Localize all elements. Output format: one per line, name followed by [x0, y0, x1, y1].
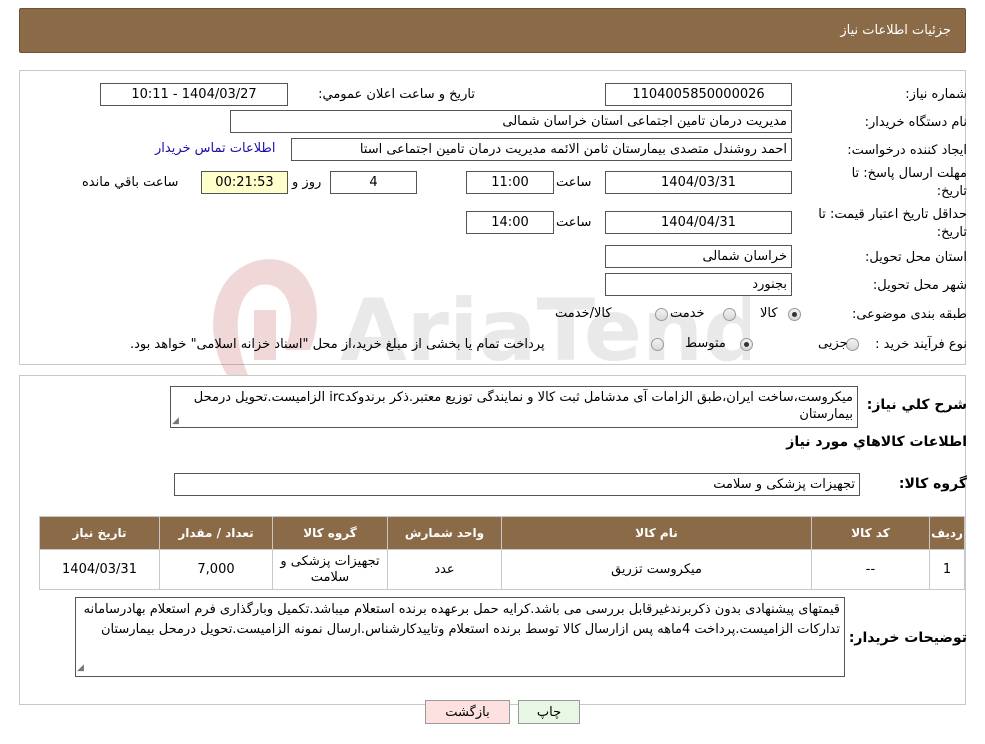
- category-option-goods: کالا: [760, 306, 778, 321]
- buyer-org-label: نام دستگاه خریدار:: [864, 115, 967, 130]
- need-number-field: 1104005850000026: [605, 83, 792, 106]
- announce-field: 1404/03/27 - 10:11: [100, 83, 288, 106]
- col-qty-header: تعداد / مقدار: [159, 516, 273, 550]
- deadline-label: مهلت ارسال پاسخ: تا: [851, 166, 967, 181]
- days-field: 4: [330, 171, 417, 194]
- category-option-service: خدمت: [670, 306, 705, 321]
- category-radio-goods[interactable]: [788, 308, 801, 321]
- deadline-time-label: ساعت: [556, 175, 592, 190]
- need-number-label: شماره نیاز:: [905, 87, 967, 102]
- process-option-medium: متوسط: [685, 336, 726, 351]
- summary-label: شرح کلي نياز:: [866, 397, 967, 413]
- category-radio-service[interactable]: [723, 308, 736, 321]
- creator-label: ایجاد کننده درخواست:: [847, 143, 967, 158]
- city-label: شهر محل تحویل:: [872, 278, 967, 293]
- validity-time-field: 14:00: [466, 211, 554, 234]
- buyer-notes-textarea[interactable]: قیمتهای پیشنهادی بدون ذکربرندغیرقابل برر…: [75, 597, 845, 677]
- process-radio-minor[interactable]: [846, 338, 859, 351]
- creator-field: احمد روشندل متصدی بیمارستان ثامن الائمه …: [291, 138, 792, 161]
- col-code-header: کد کالا: [811, 516, 930, 550]
- items-table-header: رديف کد کالا نام کالا واحد شمارش گروه کا…: [39, 516, 965, 550]
- goods-group-label: گروه کالا:: [898, 476, 967, 492]
- cell-name: میکروست تزریق: [501, 549, 812, 590]
- cell-row: 1: [929, 549, 965, 590]
- col-row-header: رديف: [929, 516, 965, 550]
- announce-label: تاريخ و ساعت اعلان عمومي:: [318, 87, 475, 102]
- goods-group-field: تجهیزات پزشکی و سلامت: [174, 473, 860, 496]
- col-group-header: گروه کالا: [272, 516, 388, 550]
- process-note: پرداخت تمام یا بخشی از مبلغ خرید،از محل …: [130, 337, 545, 352]
- table-row: 1 -- میکروست تزریق عدد تجهیزات پزشکی و س…: [39, 549, 965, 590]
- province-field: خراسان شمالی: [605, 245, 792, 268]
- validity-date-field: 1404/04/31: [605, 211, 792, 234]
- cell-unit: عدد: [387, 549, 502, 590]
- print-button[interactable]: چاپ: [518, 700, 580, 724]
- goods-section-title: اطلاعات کالاهاي مورد نياز: [786, 434, 967, 450]
- city-field: بجنورد: [605, 273, 792, 296]
- process-radio-medium[interactable]: [740, 338, 753, 351]
- remaining-time-label: ساعت باقي مانده: [82, 175, 179, 190]
- cell-date: 1404/03/31: [39, 549, 160, 590]
- deadline-label-date: تاریخ:: [936, 184, 967, 199]
- category-radio-goods-service[interactable]: [655, 308, 668, 321]
- category-label: طبقه بندی موضوعی:: [851, 307, 967, 322]
- buyer-org-field: مدیریت درمان تامین اجتماعی استان خراسان …: [230, 110, 792, 133]
- validity-time-label: ساعت: [556, 215, 592, 230]
- buyer-notes-resize-handle-icon[interactable]: ◢: [77, 663, 84, 743]
- cell-group: تجهیزات پزشکی و سلامت: [272, 549, 388, 590]
- page-header: جزئیات اطلاعات نیاز: [19, 8, 966, 53]
- process-radio-treasury[interactable]: [651, 338, 664, 351]
- process-label: نوع فرآیند خرید :: [875, 337, 967, 352]
- page-title: جزئیات اطلاعات نیاز: [840, 23, 951, 38]
- remaining-time-field: 00:21:53: [201, 171, 288, 194]
- category-option-goods-service: کالا/خدمت: [555, 306, 612, 321]
- col-name-header: نام کالا: [501, 516, 812, 550]
- back-button[interactable]: بازگشت: [425, 700, 510, 724]
- deadline-time-field: 11:00: [466, 171, 554, 194]
- validity-label: حداقل تاریخ اعتبار قیمت: تا: [818, 207, 967, 222]
- cell-qty: 7,000: [159, 549, 273, 590]
- buyer-contact-link[interactable]: اطلاعات تماس خریدار: [155, 141, 275, 156]
- cell-code: --: [811, 549, 930, 590]
- deadline-date-field: 1404/03/31: [605, 171, 792, 194]
- col-date-header: تاريخ نياز: [39, 516, 160, 550]
- province-label: استان محل تحویل:: [865, 250, 967, 265]
- days-label: روز و: [292, 175, 322, 190]
- col-unit-header: واحد شمارش: [387, 516, 502, 550]
- summary-textarea[interactable]: میکروست،ساخت ایران،طبق الزامات آی مدشامل…: [170, 386, 858, 428]
- process-option-minor: جزیی: [818, 336, 848, 351]
- buyer-notes-label: توضیحات خریدار:: [848, 630, 967, 646]
- items-table: رديف کد کالا نام کالا واحد شمارش گروه کا…: [39, 516, 965, 590]
- validity-label-date: تاریخ:: [936, 225, 967, 240]
